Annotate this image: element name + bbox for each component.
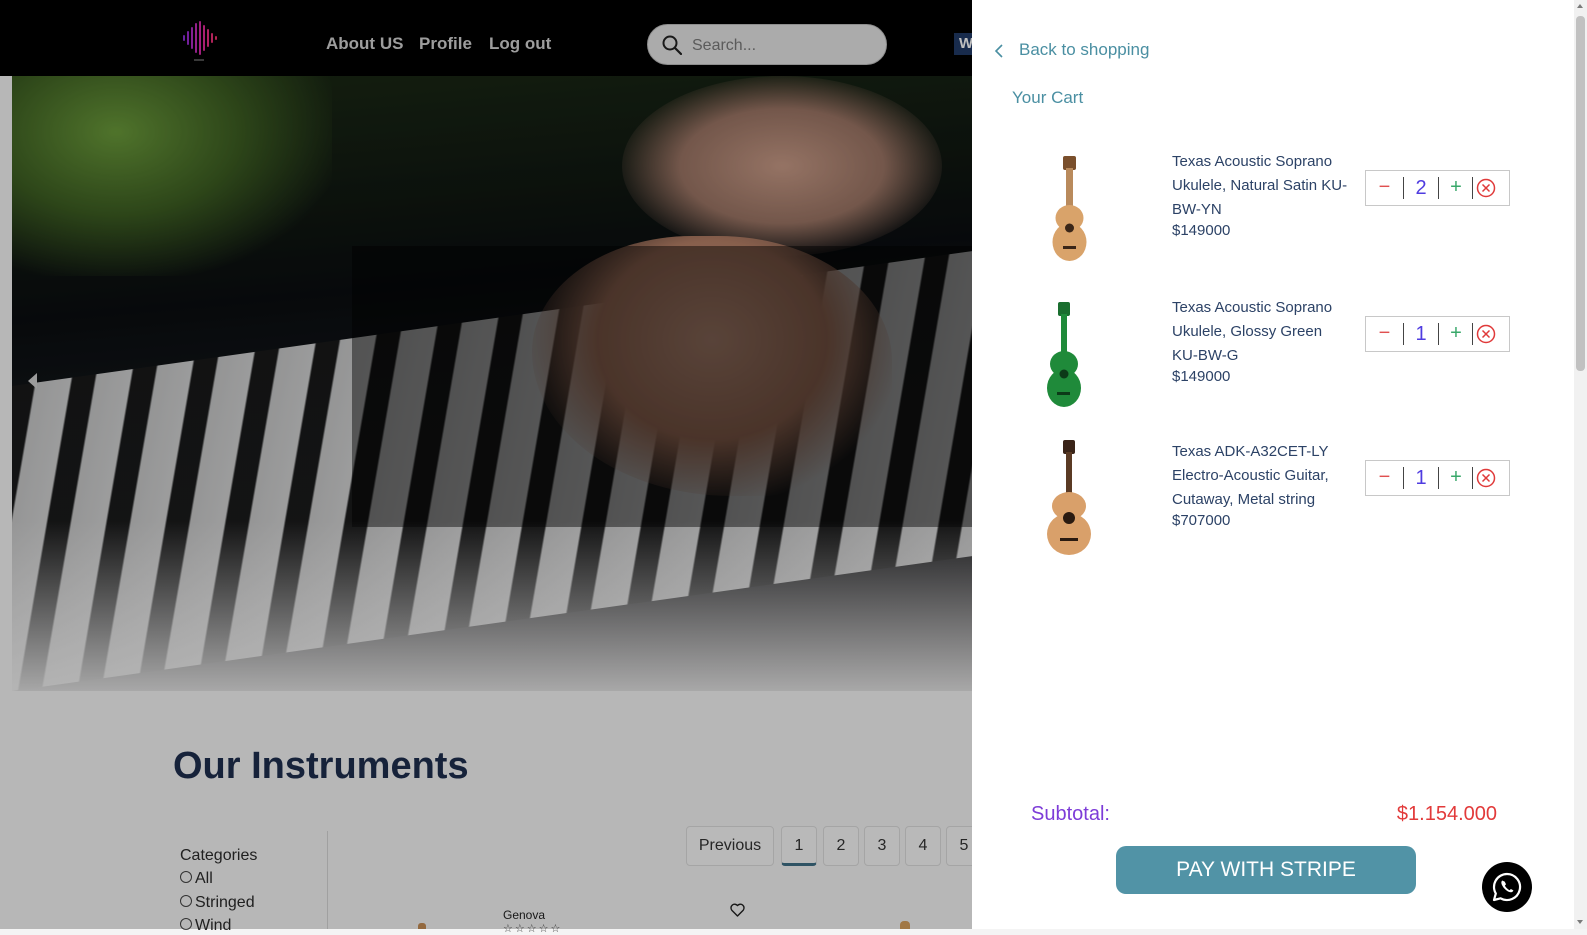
close-circle-icon[interactable] <box>1476 324 1496 344</box>
increase-quantity-button[interactable]: + <box>1439 171 1473 205</box>
ukulele-green-image <box>1047 302 1081 407</box>
radio-button[interactable] <box>180 871 192 883</box>
product-thumbnail[interactable] <box>900 921 910 929</box>
subtotal-label: Subtotal: <box>1031 803 1110 825</box>
scrollbar-thumb[interactable] <box>1576 16 1585 371</box>
nav-log-out[interactable]: Log out <box>489 34 551 54</box>
quantity-stepper: − 1 + <box>1365 460 1510 496</box>
pagination-page-3[interactable]: 3 <box>864 826 900 866</box>
product-thumbnail[interactable] <box>418 923 426 929</box>
scroll-down-arrow[interactable] <box>1577 920 1583 924</box>
search-bar[interactable] <box>647 24 887 65</box>
cart-panel: Back to shopping Your Cart Texas Acousti… <box>972 0 1587 929</box>
top-navbar: About US Profile Log out W <box>0 0 972 76</box>
category-all[interactable]: All <box>180 870 213 888</box>
product-brand: Genova <box>503 908 546 922</box>
search-input[interactable] <box>690 33 874 59</box>
header-badge[interactable]: W <box>954 33 972 55</box>
quantity-stepper: − 1 + <box>1365 316 1510 352</box>
nav-profile[interactable]: Profile <box>419 34 472 54</box>
heart-icon[interactable] <box>730 903 745 917</box>
nav-about-us[interactable]: About US <box>326 34 403 54</box>
decrease-quantity-button[interactable]: − <box>1366 461 1403 495</box>
quantity-value: 1 <box>1415 467 1427 489</box>
decrease-quantity-button[interactable]: − <box>1366 171 1403 205</box>
pagination-page-2[interactable]: 2 <box>823 826 859 866</box>
cart-item-price: $149000 <box>1172 368 1231 385</box>
cart-item-price: $707000 <box>1172 512 1231 529</box>
category-wind[interactable]: Wind <box>180 917 231 935</box>
pagination-previous[interactable]: Previous <box>686 826 774 866</box>
cart-item-name[interactable]: Texas Acoustic Soprano Ukulele, Natural … <box>1172 150 1352 222</box>
whatsapp-button[interactable] <box>1482 862 1532 912</box>
cart-item: Texas ADK-A32CET-LY Electro-Acoustic Gui… <box>972 440 1587 580</box>
scrollbar[interactable] <box>1574 0 1587 929</box>
close-circle-icon[interactable] <box>1476 468 1496 488</box>
chevron-left-icon <box>994 44 1003 58</box>
hero-banner <box>12 76 972 691</box>
increase-quantity-button[interactable]: + <box>1439 461 1473 495</box>
subtotal-value: $1.154.000 <box>1396 803 1497 825</box>
ukulele-natural-image <box>1052 156 1087 261</box>
radio-button[interactable] <box>180 895 192 907</box>
cart-title: Your Cart <box>1012 88 1084 107</box>
quantity-stepper: − 2 + <box>1365 170 1510 206</box>
category-stringed[interactable]: Stringed <box>180 894 255 912</box>
cart-item-name[interactable]: Texas Acoustic Soprano Ukulele, Glossy G… <box>1172 296 1352 368</box>
cart-item: Texas Acoustic Soprano Ukulele, Natural … <box>972 150 1587 290</box>
quantity-value: 1 <box>1415 323 1427 345</box>
increase-quantity-button[interactable]: + <box>1439 317 1473 351</box>
whatsapp-icon <box>1492 872 1522 902</box>
hero-caption-overlay <box>352 246 972 527</box>
section-title: Our Instruments <box>173 745 469 787</box>
cart-item-name[interactable]: Texas ADK-A32CET-LY Electro-Acoustic Gui… <box>1172 440 1352 512</box>
cart-item-price: $149000 <box>1172 222 1231 239</box>
caret-left-icon[interactable] <box>28 373 37 389</box>
pay-with-stripe-button[interactable]: PAY WITH STRIPE <box>1116 846 1416 894</box>
search-icon <box>662 35 682 55</box>
sound-wave-logo[interactable] <box>178 18 222 64</box>
decrease-quantity-button[interactable]: − <box>1366 317 1403 351</box>
cart-item: Texas Acoustic Soprano Ukulele, Glossy G… <box>972 296 1587 436</box>
pagination-page-4[interactable]: 4 <box>905 826 941 866</box>
pagination-page-1[interactable]: 1 <box>781 826 817 866</box>
acoustic-guitar-image <box>1047 440 1091 555</box>
radio-button[interactable] <box>180 918 192 930</box>
close-circle-icon[interactable] <box>1476 178 1496 198</box>
quantity-value: 2 <box>1415 177 1427 199</box>
scroll-up-arrow[interactable] <box>1577 4 1583 8</box>
divider <box>327 831 328 929</box>
categories-title: Categories <box>180 847 258 864</box>
